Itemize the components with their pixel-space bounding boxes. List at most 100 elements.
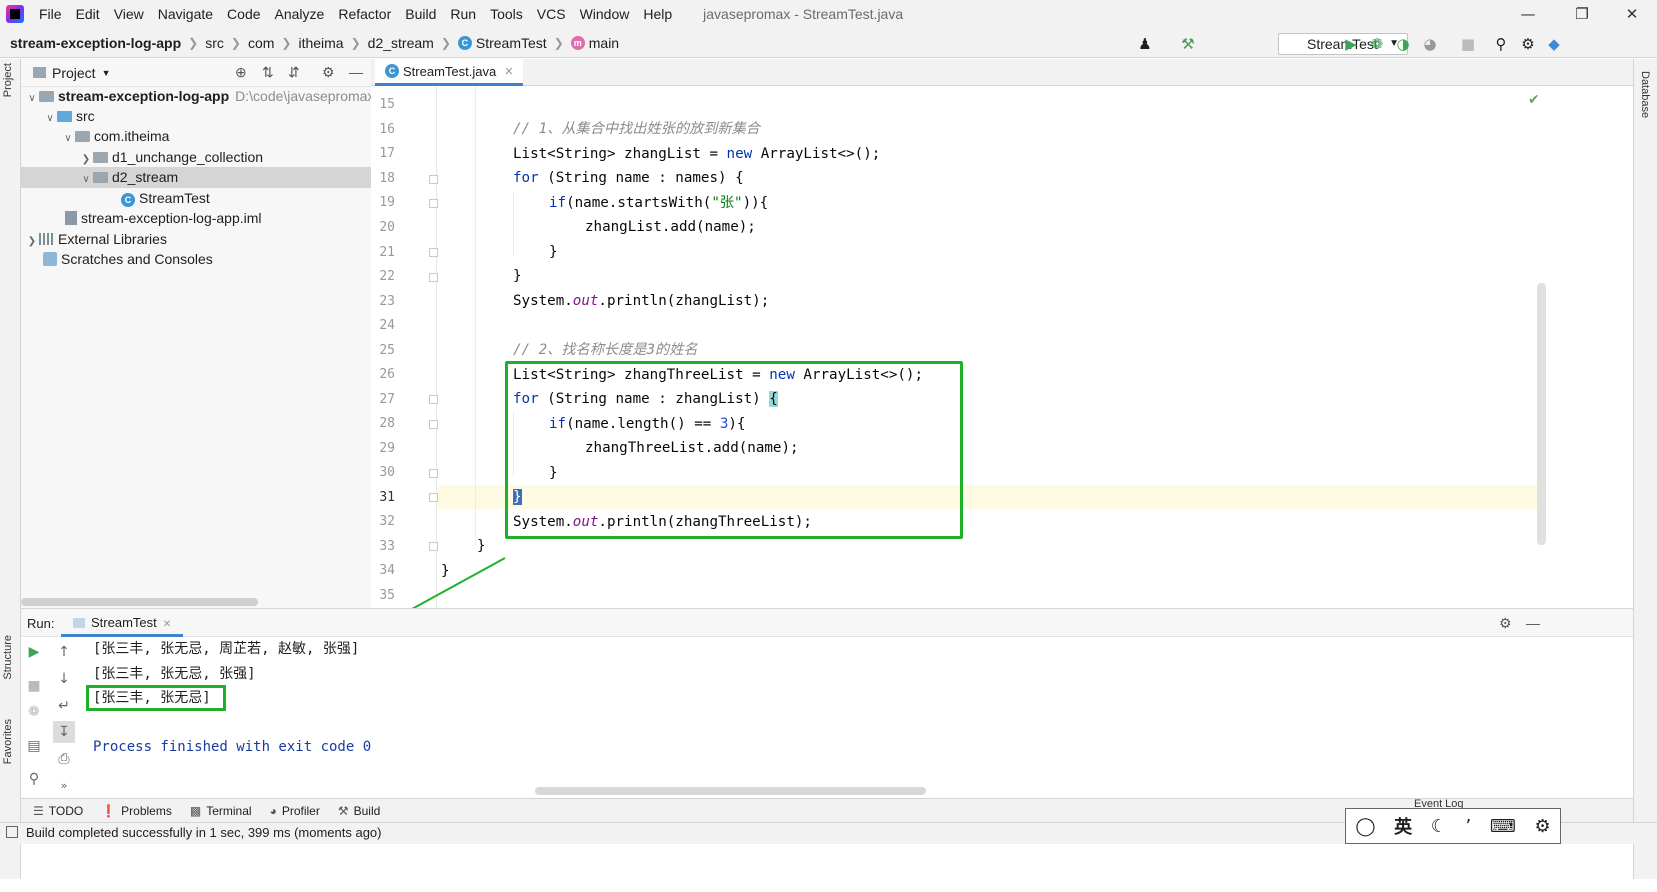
project-panel-title[interactable]: Project xyxy=(52,65,96,81)
menu-edit[interactable]: Edit xyxy=(69,0,107,28)
project-panel: Project ▼ ⊕ ⇅ ⇵ ⚙ — ∨ stream-exception-lo… xyxy=(21,59,391,643)
tree-item-project-root[interactable]: ∨ stream-exception-log-app D:\code\javasep… xyxy=(21,86,390,107)
coverage-icon[interactable]: ◑ xyxy=(1393,34,1413,54)
fold-marker-icon[interactable] xyxy=(429,395,438,404)
tool-tab-terminal[interactable]: ▩ Terminal xyxy=(190,804,252,818)
chevron-down-icon[interactable]: ∨ xyxy=(61,128,75,149)
up-arrow-icon[interactable]: ↑ xyxy=(53,641,75,663)
tool-tab-label: Build xyxy=(353,803,381,818)
fold-marker-icon[interactable] xyxy=(429,273,438,282)
tool-tab-problems[interactable]: ❗ Problems xyxy=(101,804,172,818)
tool-tab-build[interactable]: ⚒ Build xyxy=(338,804,380,818)
menu-navigate[interactable]: Navigate xyxy=(151,0,220,28)
console-horizontal-scrollbar[interactable] xyxy=(535,787,926,795)
menu-code[interactable]: Code xyxy=(220,0,267,28)
down-arrow-icon[interactable]: ↓ xyxy=(53,668,75,690)
tool-tab-todo[interactable]: ☰ TODO xyxy=(33,804,83,818)
tree-item-src[interactable]: ∨ src xyxy=(21,106,390,127)
menu-vcs[interactable]: VCS xyxy=(530,0,573,28)
crumb-class[interactable]: C StreamTest xyxy=(457,35,547,51)
crumb-src[interactable]: src xyxy=(205,35,224,51)
collapse-all-icon[interactable]: ⇵ xyxy=(288,64,300,81)
crumb-d2-stream[interactable]: d2_stream xyxy=(368,35,434,51)
menu-tools[interactable]: Tools xyxy=(483,0,530,28)
menu-view[interactable]: View xyxy=(107,0,151,28)
search-icon[interactable]: ⚲ xyxy=(1491,34,1511,54)
hammer-build-icon[interactable]: ⚒ xyxy=(1178,34,1198,54)
crumb-project[interactable]: stream-exception-log-app xyxy=(10,35,181,51)
gear-icon[interactable]: ⚙ xyxy=(1499,615,1512,632)
menu-build[interactable]: Build xyxy=(398,0,443,28)
fold-marker-icon[interactable] xyxy=(429,542,438,551)
minimize-button[interactable]: — xyxy=(1505,0,1551,28)
restore-button[interactable]: ❐ xyxy=(1559,0,1605,28)
stop-icon[interactable]: ■ xyxy=(1458,34,1478,54)
close-icon[interactable]: ✕ xyxy=(504,65,513,78)
keyboard-icon[interactable]: ⌨ xyxy=(1490,816,1516,837)
expand-all-icon[interactable]: ⇅ xyxy=(262,64,274,81)
project-panel-header: Project ▼ ⊕ ⇅ ⇵ ⚙ — xyxy=(21,59,390,87)
tree-item-streamtest[interactable]: C StreamTest xyxy=(21,188,390,209)
fold-marker-icon[interactable] xyxy=(429,175,438,184)
soft-wrap-icon[interactable]: ↵ xyxy=(53,695,75,717)
menu-help[interactable]: Help xyxy=(636,0,679,28)
layout-icon[interactable]: ▤ xyxy=(23,735,45,757)
run-icon[interactable]: ▶ xyxy=(1341,34,1361,54)
menu-refactor[interactable]: Refactor xyxy=(331,0,398,28)
user-icon[interactable]: ♟ xyxy=(1135,34,1155,54)
hide-icon[interactable]: — xyxy=(349,64,363,80)
project-side-tab[interactable]: Project xyxy=(2,63,14,97)
debug-icon[interactable]: ❁ xyxy=(1367,34,1387,54)
punctuation-icon[interactable]: ’ xyxy=(1466,816,1472,837)
locate-icon[interactable]: ⊕ xyxy=(235,64,247,81)
close-window-button[interactable]: ✕ xyxy=(1609,0,1655,28)
console-output[interactable]: [张三丰, 张无忌, 周芷若, 赵敏, 张强] [张三丰, 张无忌, 张强] [… xyxy=(93,637,1623,787)
status-square-icon[interactable] xyxy=(6,826,18,838)
tree-item-external-libraries[interactable]: ❯ External Libraries xyxy=(21,229,390,250)
rerun-icon[interactable]: ▶ xyxy=(23,641,45,663)
tab-streamtest-java[interactable]: C StreamTest.java ✕ xyxy=(375,59,524,86)
database-side-tab[interactable]: Database xyxy=(1639,71,1651,118)
pin-icon[interactable]: ⚲ xyxy=(23,768,45,790)
structure-side-tab[interactable]: Structure xyxy=(2,635,14,680)
gear-icon[interactable]: ⚙ xyxy=(322,64,335,81)
fold-marker-icon[interactable] xyxy=(429,493,438,502)
menu-analyze[interactable]: Analyze xyxy=(268,0,332,28)
fold-marker-icon[interactable] xyxy=(429,199,438,208)
print-icon[interactable]: ⎙ xyxy=(53,748,75,770)
favorites-side-tab[interactable]: Favorites xyxy=(2,719,14,764)
close-icon[interactable]: ✕ xyxy=(163,619,171,630)
editor-vertical-scrollbar[interactable] xyxy=(1537,283,1546,545)
tree-item-scratches[interactable]: Scratches and Consoles xyxy=(21,249,390,270)
fold-marker-icon[interactable] xyxy=(429,420,438,429)
tree-item-iml[interactable]: stream-exception-log-app.iml xyxy=(21,208,390,229)
menu-file[interactable]: File xyxy=(32,0,69,28)
moon-icon[interactable]: ☾ xyxy=(1431,816,1447,837)
scroll-to-end-icon[interactable]: ↧ xyxy=(53,721,75,743)
hide-icon[interactable]: — xyxy=(1526,615,1540,631)
menu-run[interactable]: Run xyxy=(443,0,483,28)
more-icon[interactable]: » xyxy=(53,775,75,797)
profile-icon[interactable]: ◕ xyxy=(1420,34,1440,54)
chevron-down-icon[interactable]: ∨ xyxy=(79,169,93,190)
toolbox-icon[interactable]: ◆ xyxy=(1544,34,1564,54)
crumb-itheima[interactable]: itheima xyxy=(298,35,343,51)
ime-language[interactable]: 英 xyxy=(1394,813,1412,839)
ime-logo-icon[interactable]: ◯ xyxy=(1355,816,1375,837)
gear-icon[interactable]: ⚙ xyxy=(1518,34,1538,54)
chevron-down-icon[interactable]: ▼ xyxy=(102,68,111,78)
fold-marker-icon[interactable] xyxy=(429,248,438,257)
stop-icon[interactable]: ■ xyxy=(23,675,45,697)
gear-icon[interactable]: ⚙ xyxy=(1535,816,1551,837)
menu-window[interactable]: Window xyxy=(573,0,637,28)
tree-item-com-itheima[interactable]: ∨ com.itheima xyxy=(21,126,390,147)
run-tab-streamtest[interactable]: StreamTest ✕ xyxy=(61,609,184,637)
tree-item-d2-stream[interactable]: ∨ d2_stream xyxy=(21,167,390,188)
tree-horizontal-scrollbar[interactable] xyxy=(21,598,258,606)
tree-item-d1[interactable]: ❯ d1_unchange_collection xyxy=(21,147,390,168)
fold-marker-icon[interactable] xyxy=(429,469,438,478)
debug-icon[interactable]: ❁ xyxy=(23,701,45,723)
crumb-method[interactable]: m main xyxy=(570,35,619,51)
crumb-com[interactable]: com xyxy=(248,35,274,51)
tool-tab-profiler[interactable]: ◕ Profiler xyxy=(270,804,320,818)
